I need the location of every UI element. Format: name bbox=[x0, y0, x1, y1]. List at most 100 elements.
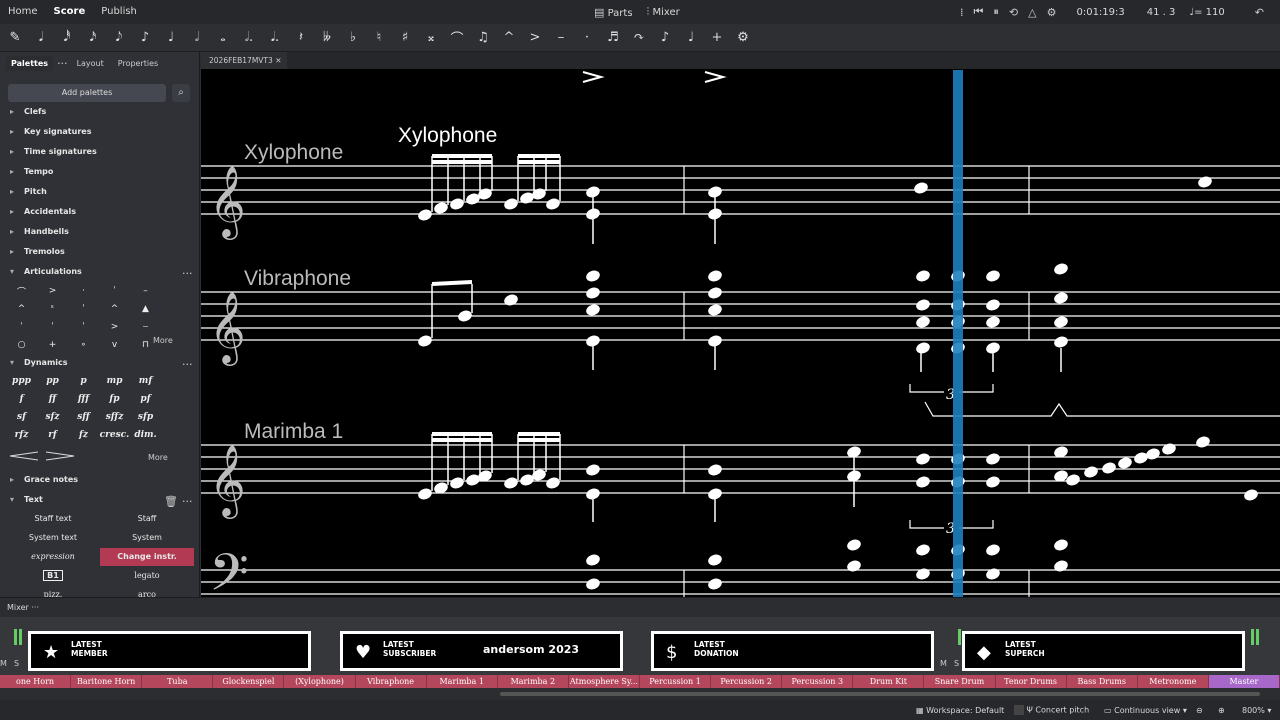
tab-properties[interactable]: Properties bbox=[113, 56, 163, 71]
system-item[interactable]: System bbox=[100, 529, 194, 547]
notehead[interactable] bbox=[985, 298, 1002, 313]
parts-button[interactable]: ▤ Parts bbox=[594, 6, 633, 19]
notehead[interactable] bbox=[1053, 315, 1070, 330]
palette-accidentals[interactable]: ▸ Accidentals bbox=[10, 205, 76, 219]
toolbar-button-20[interactable]: > bbox=[524, 27, 546, 49]
system-text-item[interactable]: System text bbox=[6, 529, 100, 547]
dynamic-sfp[interactable]: sfp bbox=[130, 408, 161, 426]
notehead[interactable] bbox=[846, 538, 863, 553]
dynamic-ppp[interactable]: ppp bbox=[6, 372, 37, 390]
staff-text-item[interactable]: Staff text bbox=[6, 510, 100, 528]
solo-button[interactable]: S bbox=[14, 659, 19, 668]
mixer-channel[interactable]: Snare Drum bbox=[924, 675, 996, 688]
palette-text[interactable]: ▾ Text bbox=[10, 493, 43, 507]
articulation-item[interactable]: ⌣ bbox=[130, 318, 161, 336]
notehead[interactable] bbox=[915, 341, 932, 356]
articulation-item[interactable]: ˈ bbox=[68, 318, 99, 336]
dynamic-pp[interactable]: pp bbox=[37, 372, 68, 390]
metronome-icon[interactable]: △ bbox=[1028, 6, 1036, 19]
palette-articulations[interactable]: ▾ Articulations bbox=[10, 265, 82, 279]
notehead[interactable] bbox=[1243, 488, 1260, 503]
notehead[interactable] bbox=[707, 303, 724, 318]
toolbar-button-22[interactable]: · bbox=[576, 27, 598, 49]
notehead[interactable] bbox=[915, 567, 932, 582]
toolbar-button-13[interactable]: ♭ bbox=[342, 27, 364, 49]
mixer-channel[interactable]: Percussion 3 bbox=[782, 675, 854, 688]
toolbar-button-1[interactable]: 𝅘𝅥 bbox=[30, 27, 52, 49]
mixer-channel[interactable]: one Horn bbox=[0, 675, 72, 688]
menu-score[interactable]: Score bbox=[46, 0, 94, 24]
mixer-channel[interactable]: Marimba 2 bbox=[497, 675, 569, 688]
toolbar-button-11[interactable]: 𝄽 bbox=[290, 27, 312, 49]
dynamic-rf[interactable]: rf bbox=[37, 426, 68, 444]
notehead[interactable] bbox=[1053, 262, 1070, 277]
palette-handbells[interactable]: ▸ Handbells bbox=[10, 225, 69, 239]
notehead[interactable] bbox=[985, 269, 1002, 284]
hairpins-icon[interactable] bbox=[8, 450, 78, 462]
articulation-item[interactable]: > bbox=[99, 318, 130, 336]
notehead[interactable] bbox=[1161, 442, 1178, 457]
arco-item[interactable]: arco bbox=[100, 586, 194, 597]
toolbar-button-27[interactable]: + bbox=[706, 27, 728, 49]
articulation-item[interactable]: > bbox=[37, 282, 68, 300]
mixer-channel[interactable]: Metronome bbox=[1137, 675, 1209, 688]
articulation-item[interactable]: – bbox=[130, 282, 161, 300]
tab-layout[interactable]: Layout bbox=[72, 56, 109, 71]
dynamic-mf[interactable]: mf bbox=[130, 372, 161, 390]
toolbar-button-26[interactable]: ♩ bbox=[680, 27, 702, 49]
notehead[interactable] bbox=[985, 567, 1002, 582]
articulation-item[interactable]: ^ bbox=[99, 300, 130, 318]
dynamic-p[interactable]: p bbox=[68, 372, 99, 390]
concert-pitch-toggle[interactable]: Ψ Concert pitch bbox=[1014, 705, 1089, 715]
dynamic-fz[interactable]: fz bbox=[68, 426, 99, 444]
notehead[interactable] bbox=[417, 334, 434, 349]
articulation-item[interactable]: ^ bbox=[6, 300, 37, 318]
notehead[interactable] bbox=[417, 208, 434, 223]
notehead[interactable] bbox=[915, 475, 932, 490]
notehead[interactable] bbox=[545, 476, 562, 491]
notehead[interactable] bbox=[449, 197, 466, 212]
undo-icon[interactable]: ↶ bbox=[1255, 6, 1264, 19]
menu-home[interactable]: Home bbox=[0, 0, 46, 24]
notehead[interactable] bbox=[1195, 435, 1212, 450]
score-tab[interactable]: 2026FEB17MVT3 ✕ bbox=[201, 52, 287, 69]
dynamic-sff[interactable]: sff bbox=[68, 408, 99, 426]
toolbar-button-24[interactable]: ↷ bbox=[628, 27, 650, 49]
dynamic-ff[interactable]: ff bbox=[37, 390, 68, 408]
articulation-item[interactable]: ∘ bbox=[68, 336, 99, 354]
notehead[interactable] bbox=[585, 286, 602, 301]
dynamic-rfz[interactable]: rfz bbox=[6, 426, 37, 444]
dynamic-sf[interactable]: sf bbox=[6, 408, 37, 426]
toolbar-button-12[interactable]: 𝄫 bbox=[316, 27, 338, 49]
mixer-button[interactable]: ⫶ Mixer bbox=[647, 5, 680, 19]
mixer-channel[interactable]: Master bbox=[1208, 675, 1280, 688]
notehead[interactable] bbox=[707, 553, 724, 568]
dynamic-pf[interactable]: pf bbox=[130, 390, 161, 408]
menu-publish[interactable]: Publish bbox=[93, 0, 145, 24]
toolbar-button-2[interactable]: 𝅘𝅥𝅰 bbox=[56, 27, 78, 49]
articulation-item[interactable]: ˈ bbox=[6, 318, 37, 336]
dynamic-fp[interactable]: fp bbox=[99, 390, 130, 408]
playback-settings-icon[interactable]: ⚙ bbox=[1047, 6, 1057, 19]
pizz-item[interactable]: pizz. bbox=[6, 586, 100, 597]
dynamics-more-button[interactable]: More bbox=[148, 453, 168, 462]
notehead[interactable] bbox=[585, 269, 602, 284]
notehead[interactable] bbox=[985, 452, 1002, 467]
tab-palettes[interactable]: Palettes bbox=[6, 55, 54, 71]
dynamic-cresc[interactable]: cresc. bbox=[99, 426, 130, 444]
change-instr-item[interactable]: Change instr. bbox=[100, 548, 194, 566]
toolbar-button-16[interactable]: 𝄪 bbox=[420, 27, 442, 49]
notehead[interactable] bbox=[1053, 538, 1070, 553]
zoom-in-icon[interactable]: ⊕ bbox=[1218, 706, 1225, 715]
mixer-channel[interactable]: Atmosphere Sy... bbox=[568, 675, 640, 688]
toolbar-button-25[interactable]: ♪ bbox=[654, 27, 676, 49]
notehead[interactable] bbox=[985, 543, 1002, 558]
toolbar-button-4[interactable]: 𝅘𝅥𝅮 bbox=[108, 27, 130, 49]
palette-key-signatures[interactable]: ▸ Key signatures bbox=[10, 125, 91, 139]
rewind-icon[interactable]: ⏮ bbox=[974, 5, 984, 19]
palette-tremolos[interactable]: ▸ Tremolos bbox=[10, 245, 65, 259]
toolbar-button-14[interactable]: ♮ bbox=[368, 27, 390, 49]
notehead[interactable] bbox=[707, 577, 724, 592]
rehearsal-mark-item[interactable]: B1 bbox=[6, 567, 100, 585]
play-icon[interactable]: ⏸ bbox=[993, 5, 999, 19]
